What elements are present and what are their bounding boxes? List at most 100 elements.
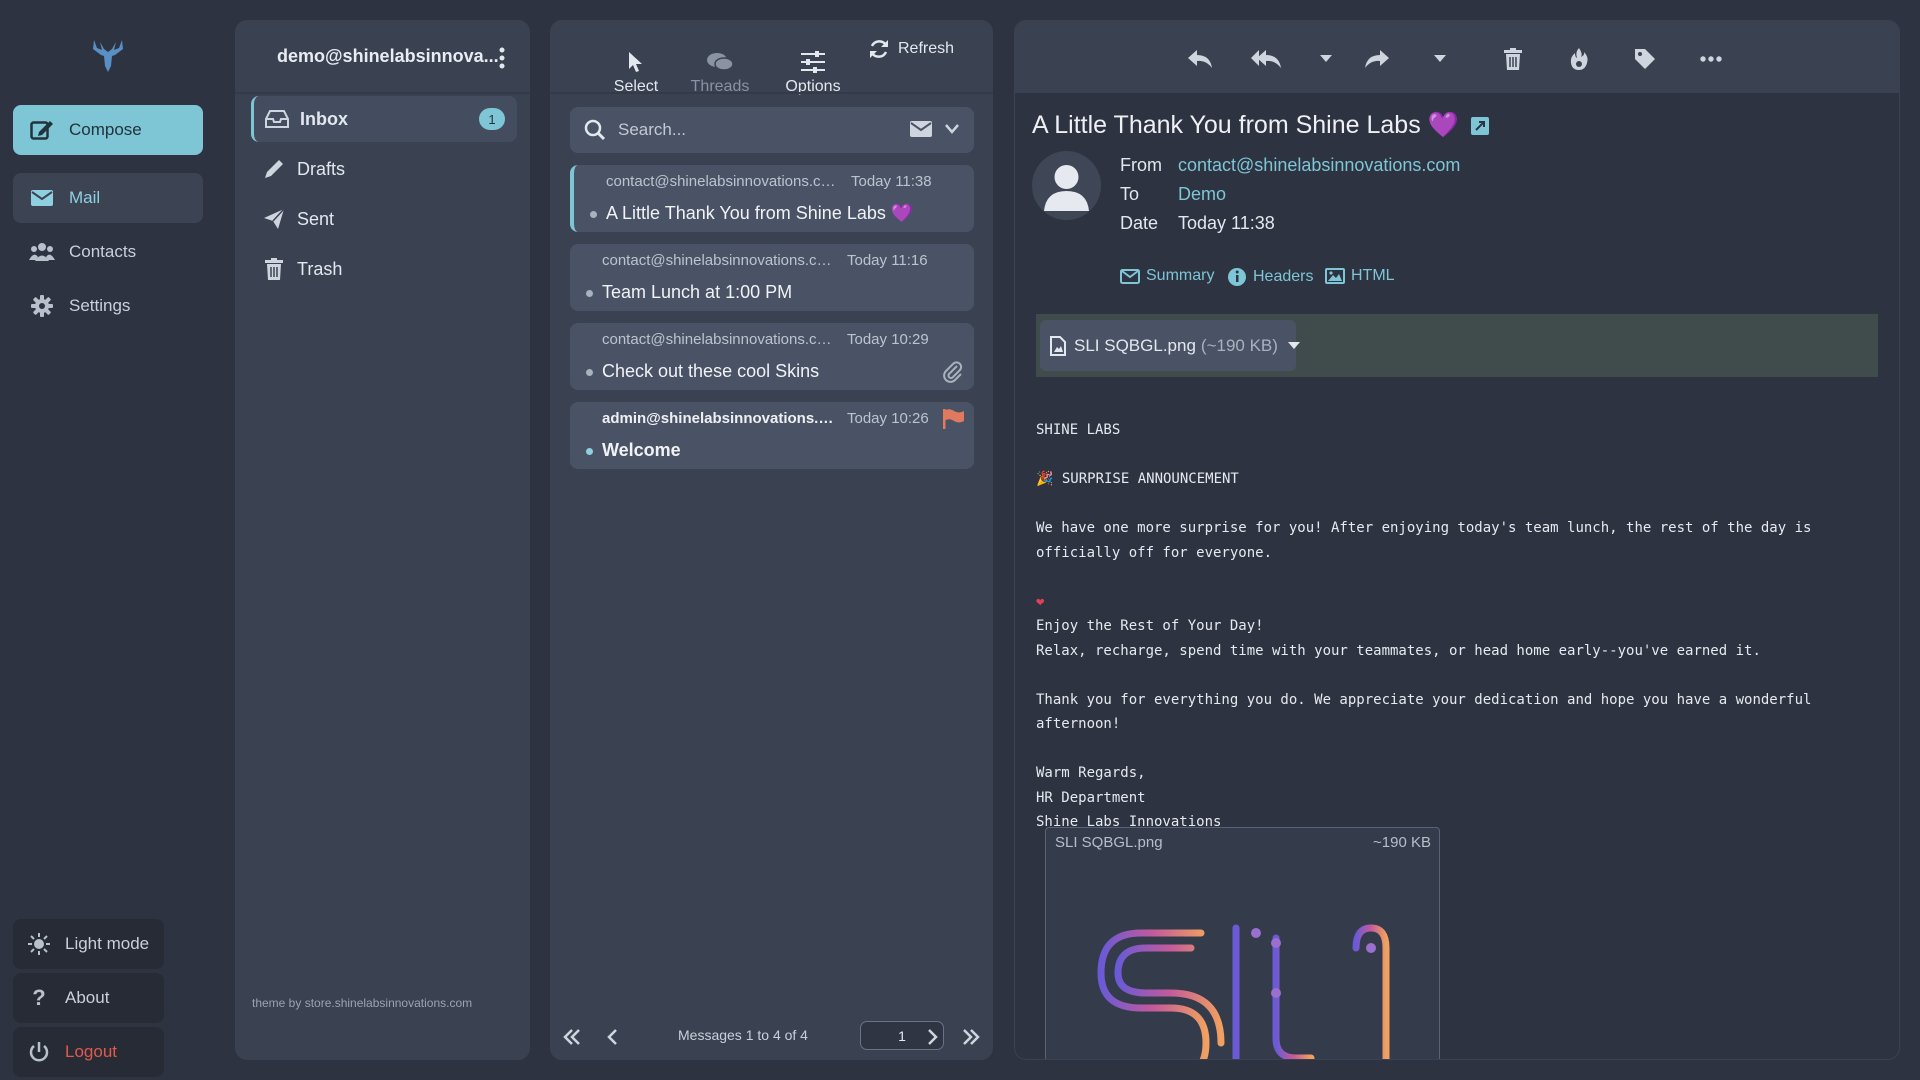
logout-button[interactable]: Logout <box>13 1027 164 1077</box>
options-button[interactable]: Options <box>780 28 846 96</box>
message-item[interactable]: admin@shinelabsinnovations.com Today 10:… <box>570 402 974 469</box>
reply-all-dropdown-icon[interactable] <box>1318 47 1334 71</box>
folder-label: Trash <box>297 258 343 279</box>
message-count: Messages 1 to 4 of 4 <box>678 1027 808 1043</box>
chat-bubbles-icon <box>706 49 734 75</box>
folder-label: Inbox <box>300 108 348 129</box>
status-dot <box>586 290 593 297</box>
forward-icon[interactable] <box>1362 47 1392 71</box>
message-time: Today 10:26 <box>847 410 929 427</box>
unread-count-badge: 1 <box>479 108 505 130</box>
heart-emoji: ❤ <box>1036 593 1045 610</box>
body-line: Thank you for everything you do. We appr… <box>1036 691 1820 733</box>
refresh-icon <box>868 38 890 60</box>
first-page-icon[interactable] <box>561 1026 583 1048</box>
nav-contacts[interactable]: Contacts <box>13 227 203 277</box>
tag-icon[interactable] <box>1630 47 1660 71</box>
more-options-icon[interactable] <box>1696 47 1726 71</box>
info-icon <box>1227 267 1247 287</box>
status-dot <box>586 369 593 376</box>
attachment-chip[interactable]: SLI SQBGL.png (~190 KB) <box>1040 320 1300 371</box>
settings-label: Settings <box>69 296 131 315</box>
attachment-dropdown-icon[interactable] <box>1287 341 1300 350</box>
reader-toolbar <box>1015 21 1899 93</box>
cursor-icon <box>628 49 644 75</box>
previous-page-icon[interactable] <box>602 1026 624 1048</box>
divider <box>235 92 530 94</box>
about-label: About <box>65 988 110 1007</box>
attachment-preview[interactable]: SLI SQBGL.png ~190 KB <box>1045 827 1440 1059</box>
forward-dropdown-icon[interactable] <box>1432 47 1448 71</box>
message-sender: contact@shinelabsinnovations.com <box>602 252 837 269</box>
nav-settings[interactable]: Settings <box>13 281 203 331</box>
body-line: Relax, recharge, spend time with your te… <box>1036 642 1761 659</box>
body-line: SHINE LABS <box>1036 422 1121 438</box>
message-title: A Little Thank You from Shine Labs 💜 <box>1032 111 1489 140</box>
body-line: Enjoy the Rest of Your Day! <box>1036 618 1264 634</box>
flag-icon[interactable] <box>943 409 965 429</box>
summary-link[interactable]: Summary <box>1120 267 1214 285</box>
message-item[interactable]: contact@shinelabsinnovations.com Today 1… <box>570 165 974 232</box>
to-label: To <box>1120 184 1140 204</box>
sli-logo-image <box>1096 918 1396 1059</box>
image-icon <box>1325 268 1345 284</box>
pencil-icon <box>261 158 287 180</box>
envelope-outline-icon <box>1120 268 1140 284</box>
users-icon <box>29 241 55 263</box>
html-label: HTML <box>1351 267 1395 284</box>
refresh-button[interactable]: Refresh <box>868 38 954 60</box>
account-menu-icon[interactable] <box>497 46 507 70</box>
paper-plane-icon <box>261 208 287 230</box>
last-page-icon[interactable] <box>960 1026 982 1048</box>
message-item[interactable]: contact@shinelabsinnovations.com Today 1… <box>570 244 974 311</box>
folder-inbox[interactable]: Inbox 1 <box>251 96 517 142</box>
spam-fire-icon[interactable] <box>1564 47 1594 71</box>
folder-panel: demo@shinelabsinnova... Inbox 1 Drafts S… <box>235 20 530 1060</box>
gear-icon <box>29 295 55 317</box>
delete-icon[interactable] <box>1498 47 1528 71</box>
folder-drafts[interactable]: Drafts <box>251 146 517 192</box>
light-mode-button[interactable]: Light mode <box>13 919 164 969</box>
folder-sent[interactable]: Sent <box>251 196 517 242</box>
threads-button[interactable]: Threads <box>685 28 755 96</box>
to-recipient[interactable]: Demo <box>1178 184 1226 205</box>
date-label: Date <box>1120 213 1159 233</box>
open-in-new-window-icon[interactable] <box>1470 116 1489 135</box>
main-nav: Compose Mail Contacts Settings Light mod… <box>0 0 216 1080</box>
reply-all-icon[interactable] <box>1249 47 1283 71</box>
compose-button[interactable]: Compose <box>13 105 203 155</box>
about-button[interactable]: ? About <box>13 973 164 1023</box>
message-subject: Team Lunch at 1:00 PM <box>602 282 793 302</box>
message-item[interactable]: contact@shinelabsinnovations.com Today 1… <box>570 323 974 390</box>
html-link[interactable]: HTML <box>1325 267 1395 285</box>
message-body: SHINE LABS 🎉 SURPRISE ANNOUNCEMENT We ha… <box>1036 418 1886 835</box>
select-button[interactable]: Select <box>606 28 666 96</box>
power-icon <box>27 1040 51 1064</box>
from-address[interactable]: contact@shinelabsinnovations.com <box>1178 155 1460 176</box>
light-mode-label: Light mode <box>65 934 150 953</box>
preview-filesize: ~190 KB <box>1373 834 1431 851</box>
paperclip-icon <box>943 361 963 383</box>
body-line: HR Department <box>1036 789 1146 806</box>
attachment-name: SLI SQBGL.png <box>1074 335 1196 355</box>
envelope-filter-icon[interactable] <box>910 121 932 137</box>
headers-link[interactable]: Headers <box>1227 267 1313 287</box>
divider <box>550 92 993 94</box>
logout-label: Logout <box>65 1042 117 1061</box>
trash-icon <box>261 258 287 280</box>
reply-icon[interactable] <box>1185 47 1215 71</box>
compose-icon <box>29 119 55 141</box>
body-line: Warm Regards, <box>1036 765 1146 781</box>
folder-label: Drafts <box>297 158 346 179</box>
chevron-down-icon[interactable] <box>945 123 959 135</box>
attachment-size: (~190 KB) <box>1200 335 1278 355</box>
summary-label: Summary <box>1146 267 1215 284</box>
folder-trash[interactable]: Trash <box>251 246 517 292</box>
headers-label: Headers <box>1253 268 1314 285</box>
mail-label: Mail <box>69 188 101 207</box>
search-icon <box>584 119 606 141</box>
search-input[interactable] <box>616 119 876 141</box>
next-page-icon[interactable] <box>921 1026 943 1048</box>
date-value: Today 11:38 <box>1178 213 1275 233</box>
nav-mail[interactable]: Mail <box>13 173 203 223</box>
